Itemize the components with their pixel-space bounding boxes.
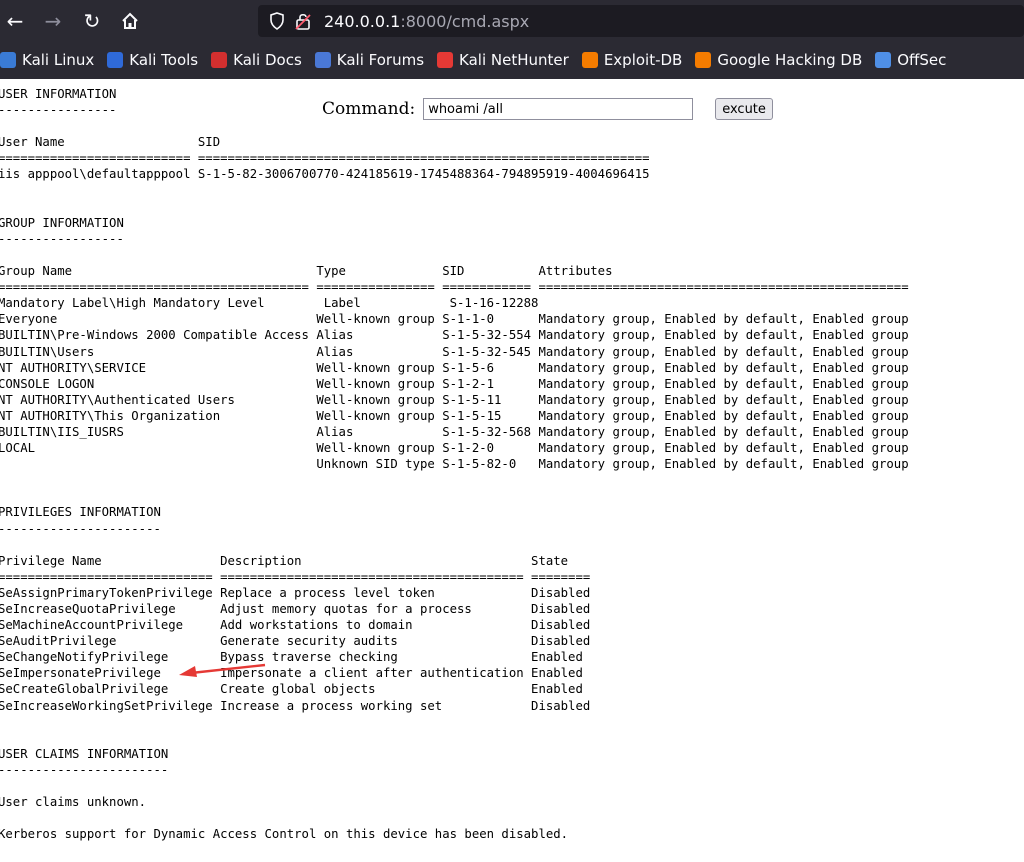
bookmark-item[interactable]: Kali NetHunter [437, 51, 569, 69]
bookmark-label: Kali NetHunter [459, 51, 569, 69]
bookmark-item[interactable]: Kali Linux [0, 51, 94, 69]
kali-tools-icon [107, 52, 124, 68]
tracking-shield-icon[interactable] [266, 10, 288, 32]
bookmark-item[interactable]: Kali Docs [211, 51, 302, 69]
kali-nethunter-icon [437, 52, 454, 68]
bookmark-label: OffSec [897, 51, 947, 69]
bookmark-item[interactable]: Google Hacking DB [695, 51, 862, 69]
bookmark-item[interactable]: Kali Forums [314, 51, 425, 69]
bookmark-label: Exploit-DB [603, 51, 683, 69]
kali-docs-icon [211, 52, 228, 68]
command-label: Command: [322, 99, 416, 119]
bookmark-item[interactable]: OffSec [875, 51, 946, 69]
execute-button[interactable]: excute [715, 98, 773, 120]
browser-chrome: ← → ↻ 240.0.0.1:8000/cmd.aspx Kali Linux… [0, 0, 1024, 79]
command-output: USER INFORMATION ---------------- User N… [0, 87, 909, 842]
bookmark-label: Kali Tools [129, 51, 199, 69]
url-host: 240.0.0.1 [324, 11, 401, 31]
bookmark-item[interactable]: Kali Tools [107, 51, 198, 69]
kali-forums-icon [314, 52, 331, 68]
back-arrow-icon[interactable]: ← [4, 6, 26, 36]
bookmark-label: Google Hacking DB [717, 51, 863, 69]
url-path: :8000/cmd.aspx [400, 11, 530, 31]
forward-arrow-icon[interactable]: → [42, 6, 64, 36]
bookmark-item[interactable]: Exploit-DB [581, 51, 683, 69]
kali-dragon-icon [0, 52, 16, 68]
insecure-lock-icon[interactable] [292, 10, 314, 32]
url-bar[interactable]: 240.0.0.1:8000/cmd.aspx [258, 5, 1024, 37]
bookmark-label: Kali Forums [336, 51, 425, 69]
command-form: Command: excute [322, 98, 773, 120]
reload-icon[interactable]: ↻ [80, 6, 104, 36]
red-arrow-icon [179, 663, 266, 677]
ghdb-icon [695, 52, 712, 68]
page-content: USER INFORMATION ---------------- User N… [0, 79, 1024, 862]
url-text: 240.0.0.1:8000/cmd.aspx [324, 12, 529, 31]
bookmark-label: Kali Docs [233, 51, 302, 69]
bookmarks-toolbar: Kali Linux Kali Tools Kali Docs Kali Forums… [0, 44, 1024, 76]
bookmark-label: Kali Linux [22, 51, 95, 69]
command-input[interactable] [423, 98, 694, 120]
offsec-icon [875, 52, 892, 68]
exploit-db-icon [581, 52, 598, 68]
home-icon[interactable] [118, 6, 142, 36]
